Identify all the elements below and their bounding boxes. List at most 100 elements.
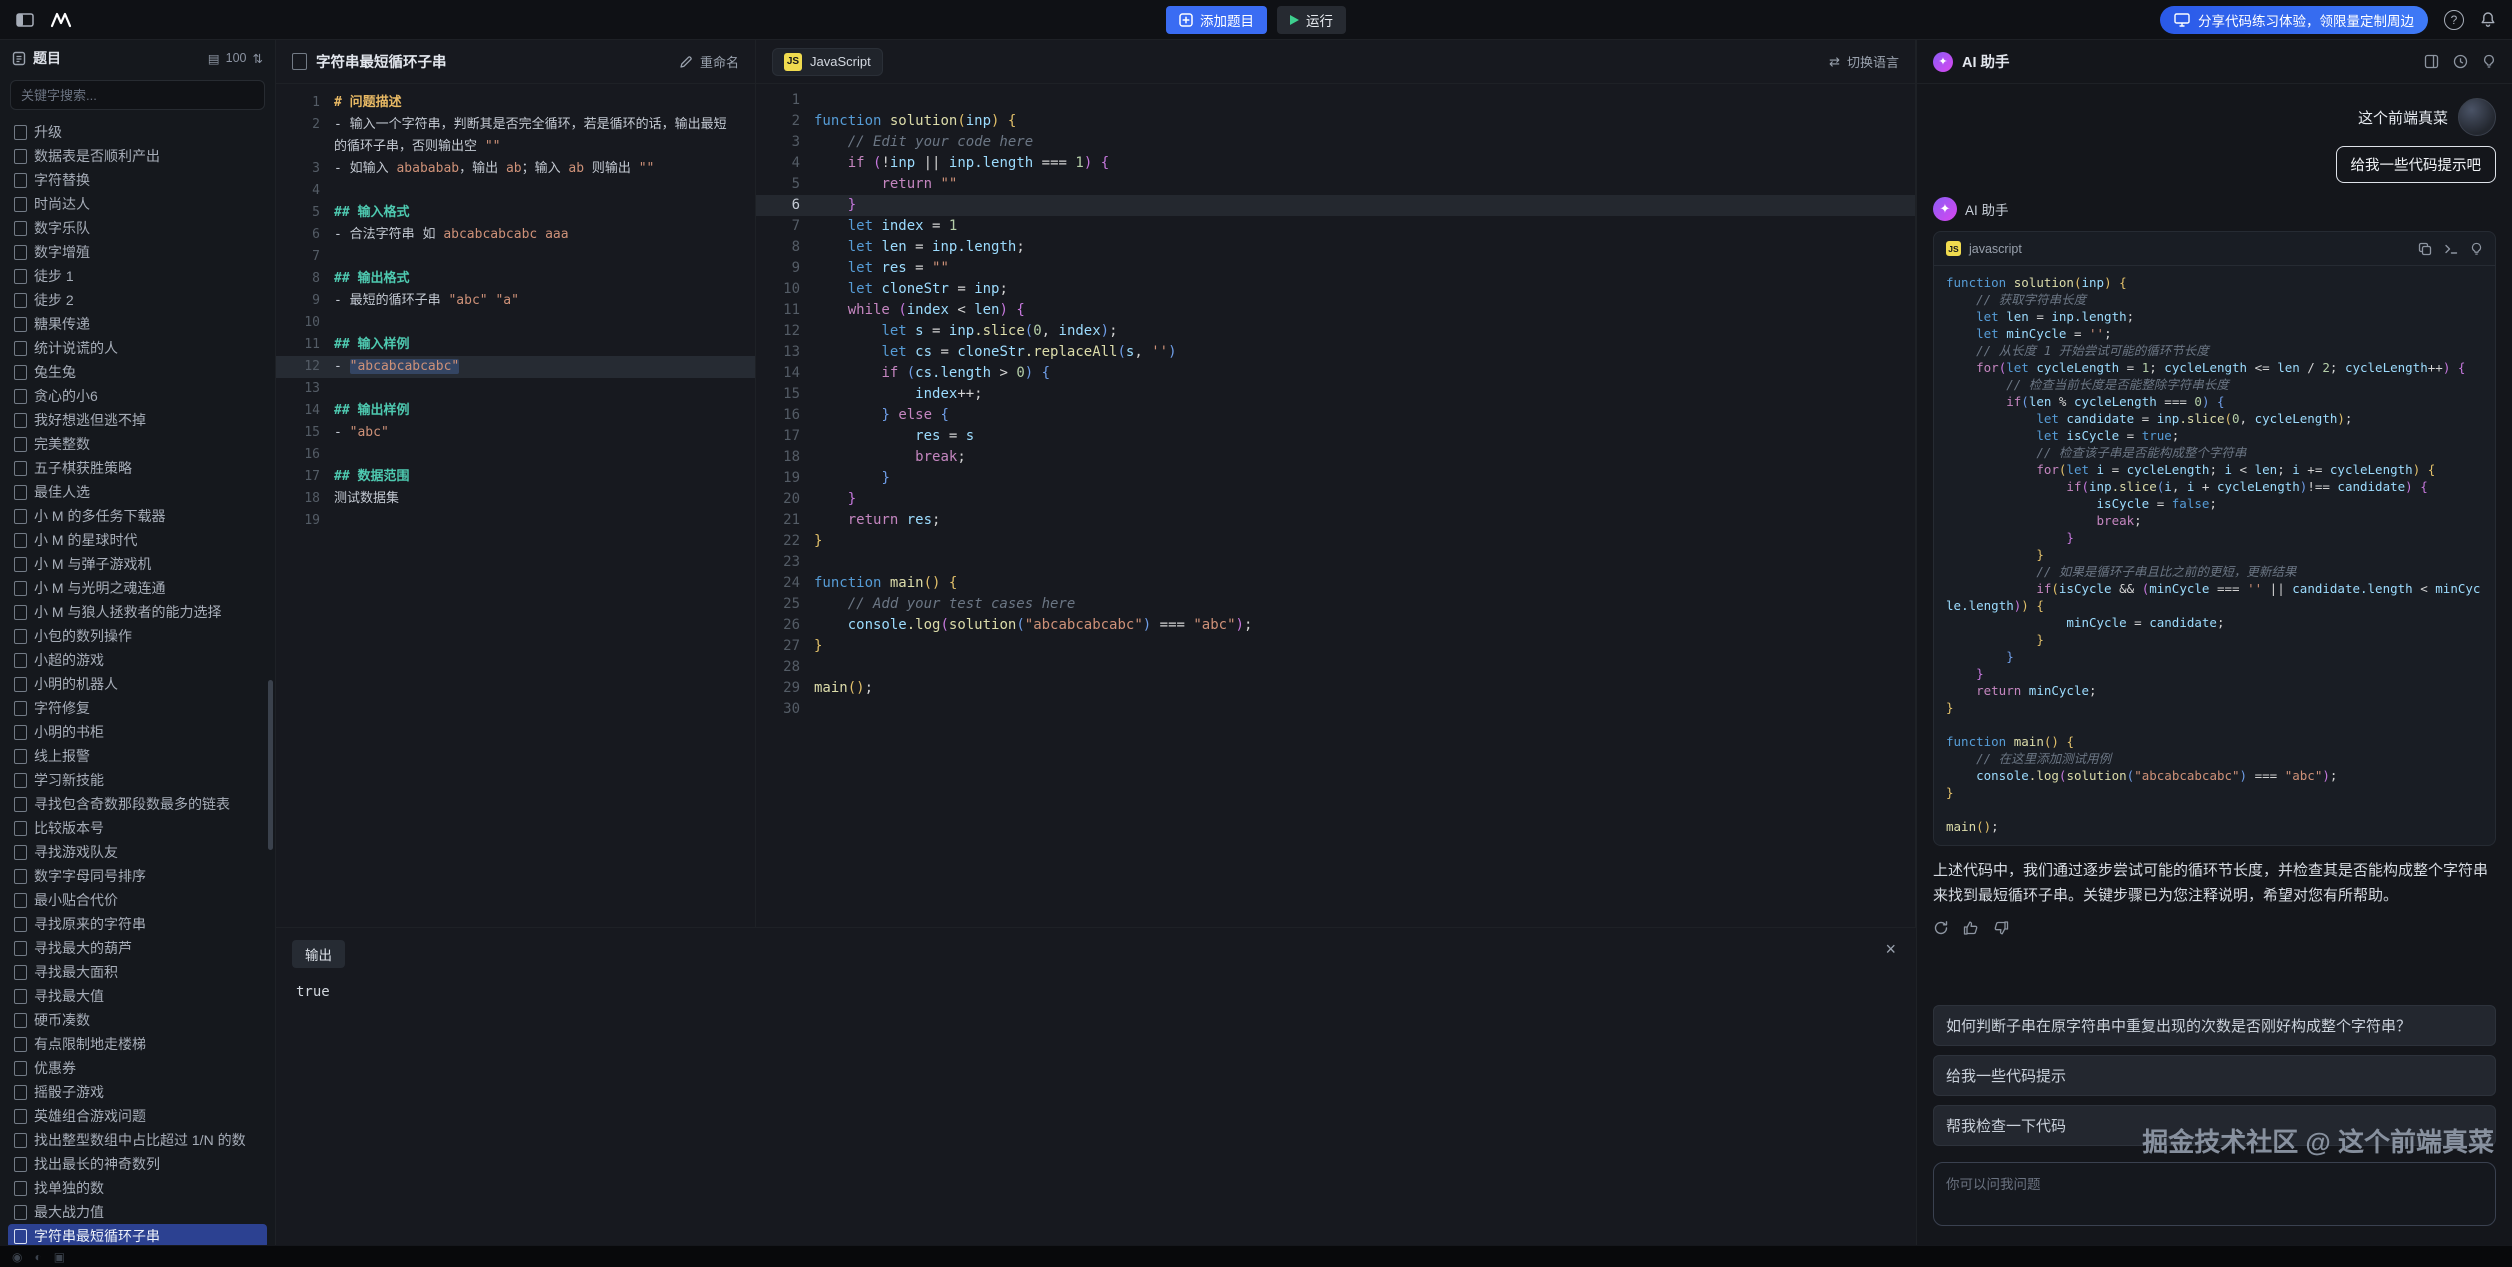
code-line[interactable]: 25 // Add your test cases here (756, 594, 1915, 615)
code-line[interactable]: 7 let index = 1 (756, 216, 1915, 237)
regenerate-icon[interactable] (1933, 920, 1949, 936)
code-line[interactable]: 24function main() { (756, 573, 1915, 594)
code-line[interactable]: 13 let cs = cloneStr.replaceAll(s, '') (756, 342, 1915, 363)
code-line[interactable]: 11 while (index < len) { (756, 300, 1915, 321)
sidebar-item[interactable]: 摇骰子游戏 (8, 1080, 267, 1104)
status-icon[interactable]: ◉ (12, 1251, 22, 1263)
sidebar-item[interactable]: 小 M 与狼人拯救者的能力选择 (8, 600, 267, 624)
code-line[interactable]: 6 } (756, 195, 1915, 216)
code-line[interactable]: 17 res = s (756, 426, 1915, 447)
sidebar-item[interactable]: 数据表是否顺利产出 (8, 144, 267, 168)
code-line[interactable]: 18 break; (756, 447, 1915, 468)
sidebar-item[interactable]: 英雄组合游戏问题 (8, 1104, 267, 1128)
suggested-question[interactable]: 帮我检查一下代码 (1933, 1105, 2496, 1146)
history-icon[interactable] (2453, 54, 2468, 69)
sidebar-item[interactable]: 小 M 的星球时代 (8, 528, 267, 552)
code-line[interactable]: 3 // Edit your code here (756, 132, 1915, 153)
lightbulb-icon[interactable] (2470, 242, 2483, 256)
sidebar-item[interactable]: 小 M 与弹子游戏机 (8, 552, 267, 576)
rename-button[interactable]: 重命名 (679, 52, 739, 71)
sidebar-item[interactable]: 最小贴合代价 (8, 888, 267, 912)
sidebar-item[interactable]: 寻找最大值 (8, 984, 267, 1008)
sidebar-item[interactable]: 线上报警 (8, 744, 267, 768)
sidebar-item[interactable]: 数字乐队 (8, 216, 267, 240)
sidebar-item[interactable]: 时尚达人 (8, 192, 267, 216)
add-problem-button[interactable]: 添加题目 (1166, 6, 1267, 34)
code-line[interactable]: 30 (756, 699, 1915, 720)
problem-markdown[interactable]: 1# 问题描述2- 输入一个字符串，判断其是否完全循环，若是循环的话，输出最短的… (276, 84, 755, 927)
sidebar-item[interactable]: 数字字母同号排序 (8, 864, 267, 888)
bell-icon[interactable] (2480, 11, 2496, 28)
sidebar-item[interactable]: 数字增殖 (8, 240, 267, 264)
search-input[interactable] (10, 80, 265, 110)
sidebar-item[interactable]: 学习新技能 (8, 768, 267, 792)
sidebar-item[interactable]: 我好想逃但逃不掉 (8, 408, 267, 432)
sidebar-item[interactable]: 寻找最大面积 (8, 960, 267, 984)
copy-icon[interactable] (2418, 242, 2432, 256)
sidebar-item[interactable]: 寻找游戏队友 (8, 840, 267, 864)
sidebar-item[interactable]: 找单独的数 (8, 1176, 267, 1200)
sidebar-item[interactable]: 小明的书柜 (8, 720, 267, 744)
sidebar-item[interactable]: 五子棋获胜策略 (8, 456, 267, 480)
sidebar-item[interactable]: 最大战力值 (8, 1200, 267, 1224)
sidebar-item[interactable]: 寻找包含奇数那段数最多的链表 (8, 792, 267, 816)
code-line[interactable]: 9 let res = "" (756, 258, 1915, 279)
suggested-question[interactable]: 给我一些代码提示 (1933, 1055, 2496, 1096)
sidebar-scrollbar[interactable] (268, 680, 273, 850)
code-line[interactable]: 23 (756, 552, 1915, 573)
panel-expand-icon[interactable] (2424, 54, 2439, 69)
sidebar-item[interactable]: 小超的游戏 (8, 648, 267, 672)
insert-code-icon[interactable] (2444, 242, 2458, 256)
code-line[interactable]: 10 let cloneStr = inp; (756, 279, 1915, 300)
sidebar-item[interactable]: 字符修复 (8, 696, 267, 720)
code-line[interactable]: 20 } (756, 489, 1915, 510)
code-line[interactable]: 16 } else { (756, 405, 1915, 426)
sidebar-item[interactable]: 小明的机器人 (8, 672, 267, 696)
sidebar-item[interactable]: 糖果传递 (8, 312, 267, 336)
status-icon[interactable]: ◐ (34, 1251, 41, 1263)
sidebar-item[interactable]: 徒步 2 (8, 288, 267, 312)
sidebar-item[interactable]: 优惠券 (8, 1056, 267, 1080)
sidebar-item[interactable]: 找出整型数组中占比超过 1/N 的数 (8, 1128, 267, 1152)
sidebar-item[interactable]: 统计说谎的人 (8, 336, 267, 360)
code-line[interactable]: 19 } (756, 468, 1915, 489)
code-line[interactable]: 4 if (!inp || inp.length === 1) { (756, 153, 1915, 174)
sidebar-toggle-icon[interactable] (16, 12, 34, 28)
code-line[interactable]: 27} (756, 636, 1915, 657)
sidebar-item[interactable]: 寻找最大的葫芦 (8, 936, 267, 960)
code-line[interactable]: 8 let len = inp.length; (756, 237, 1915, 258)
sidebar-item[interactable]: 完美整数 (8, 432, 267, 456)
ai-question-input[interactable] (1933, 1162, 2496, 1226)
promo-banner[interactable]: 分享代码练习体验，领限量定制周边 (2160, 6, 2428, 34)
sidebar-item[interactable]: 寻找原来的字符串 (8, 912, 267, 936)
code-line[interactable]: 26 console.log(solution("abcabcabcabc") … (756, 615, 1915, 636)
code-line[interactable]: 28 (756, 657, 1915, 678)
sidebar-item[interactable]: 徒步 1 (8, 264, 267, 288)
sidebar-item[interactable]: 比较版本号 (8, 816, 267, 840)
sidebar-item[interactable]: 小 M 与光明之魂连通 (8, 576, 267, 600)
sidebar-item[interactable]: 小包的数列操作 (8, 624, 267, 648)
code-line[interactable]: 22} (756, 531, 1915, 552)
code-line[interactable]: 5 return "" (756, 174, 1915, 195)
sidebar-item[interactable]: 升级 (8, 120, 267, 144)
language-tab[interactable]: JS JavaScript (772, 48, 883, 76)
code-line[interactable]: 2function solution(inp) { (756, 111, 1915, 132)
ai-code-body[interactable]: function solution(inp) { // 获取字符串长度 let … (1934, 266, 2495, 845)
status-icon[interactable]: ▣ (54, 1251, 65, 1263)
code-line[interactable]: 29main(); (756, 678, 1915, 699)
sidebar-item[interactable]: 有点限制地走楼梯 (8, 1032, 267, 1056)
sidebar-item[interactable]: 贪心的小6 (8, 384, 267, 408)
suggested-question[interactable]: 如何判断子串在原字符串中重复出现的次数是否刚好构成整个字符串？ (1933, 1005, 2496, 1046)
code-line[interactable]: 14 if (cs.length > 0) { (756, 363, 1915, 384)
output-tab[interactable]: 输出 (292, 940, 345, 968)
editor-code[interactable]: 12function solution(inp) {3 // Edit your… (756, 84, 1915, 927)
sidebar-item[interactable]: 最佳人选 (8, 480, 267, 504)
sidebar-item[interactable]: 字符串最短循环子串 (8, 1224, 267, 1245)
code-line[interactable]: 15 index++; (756, 384, 1915, 405)
switch-language-button[interactable]: ⇄ 切换语言 (1829, 52, 1899, 71)
help-icon[interactable]: ? (2444, 10, 2464, 30)
sidebar-item[interactable]: 兔生兔 (8, 360, 267, 384)
code-line[interactable]: 21 return res; (756, 510, 1915, 531)
sidebar-item[interactable]: 小 M 的多任务下载器 (8, 504, 267, 528)
lightbulb-icon[interactable] (2482, 54, 2496, 69)
